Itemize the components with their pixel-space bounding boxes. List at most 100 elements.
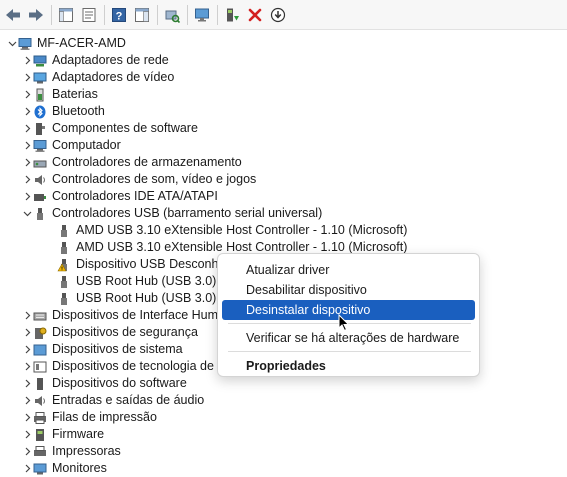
- tree-category-label: Entradas e saídas de áudio: [52, 393, 205, 407]
- chevron-right-icon[interactable]: [21, 426, 33, 443]
- toolbar-separator: [217, 4, 218, 25]
- tree-category-label: Baterias: [52, 87, 98, 101]
- tree-category-label: Bluetooth: [52, 104, 105, 118]
- chevron-down-icon[interactable]: [6, 35, 18, 52]
- tree-category[interactable]: Dispositivos de Interface Huma: [21, 307, 225, 324]
- properties-icon[interactable]: [79, 5, 99, 25]
- tree-category[interactable]: Dispositivos do software: [21, 375, 187, 392]
- tree-category-label: Firmware: [52, 427, 105, 441]
- chevron-right-icon[interactable]: [21, 307, 33, 324]
- print-queue-icon: [33, 411, 47, 425]
- display-adapter-icon: [33, 71, 47, 85]
- storage-controller-icon: [33, 156, 47, 170]
- chevron-right-icon[interactable]: [21, 460, 33, 477]
- back-icon[interactable]: [3, 5, 23, 25]
- computer-icon: [18, 37, 32, 51]
- printer-icon: [33, 445, 47, 459]
- tree-category-label: Filas de impressão: [52, 410, 157, 424]
- chevron-right-icon[interactable]: [21, 324, 33, 341]
- menu-item-label: Desinstalar dispositivo: [246, 303, 371, 317]
- tree-category-label: Dispositivos de Interface Huma: [52, 308, 225, 322]
- tree-category-label: Monitores: [52, 461, 107, 475]
- usb-device-unknown[interactable]: Dispositivo USB Desconheci: [57, 256, 234, 273]
- tree-category[interactable]: Dispositivos de tecnologia de m: [21, 358, 228, 375]
- tree-category[interactable]: Firmware: [21, 426, 104, 443]
- chevron-right-icon[interactable]: [21, 409, 33, 426]
- tree-category[interactable]: Dispositivos de segurança: [21, 324, 198, 341]
- menu-item-disable-device[interactable]: Desabilitar dispositivo: [222, 280, 475, 300]
- chevron-down-icon[interactable]: [21, 205, 33, 222]
- menu-item-update-driver[interactable]: Atualizar driver: [222, 260, 475, 280]
- sound-icon: [33, 173, 47, 187]
- uninstall-device-icon[interactable]: [245, 5, 265, 25]
- tree-category[interactable]: Entradas e saídas de áudio: [21, 392, 204, 409]
- menu-separator: [228, 351, 471, 352]
- tree-category-label: Dispositivos de sistema: [52, 342, 183, 356]
- tree-category[interactable]: Impressoras: [21, 443, 121, 460]
- tree-category-label: Impressoras: [52, 444, 121, 458]
- tree-category-label: Dispositivos do software: [52, 376, 187, 390]
- tree-category[interactable]: Adaptadores de vídeo: [21, 69, 174, 86]
- chevron-right-icon[interactable]: [21, 52, 33, 69]
- tree-category-label: Adaptadores de vídeo: [52, 70, 175, 84]
- chevron-right-icon[interactable]: [21, 443, 33, 460]
- monitor-icon: [33, 462, 47, 476]
- mouse-cursor-icon: [338, 313, 350, 332]
- security-device-icon: [33, 326, 47, 340]
- chevron-right-icon[interactable]: [21, 86, 33, 103]
- tree-category[interactable]: Baterias: [21, 86, 98, 103]
- chevron-right-icon[interactable]: [21, 137, 33, 154]
- menu-item-label: Verificar se há alterações de hardware: [246, 331, 460, 345]
- svg-text:?: ?: [116, 10, 123, 22]
- tree-root[interactable]: MF-ACER-AMD: [6, 35, 126, 52]
- firmware-icon: [33, 428, 47, 442]
- tree-category-label: Controladores IDE ATA/ATAPI: [52, 189, 218, 203]
- chevron-right-icon[interactable]: [21, 375, 33, 392]
- forward-icon[interactable]: [26, 5, 46, 25]
- monitor-icon[interactable]: [192, 5, 212, 25]
- usb-device[interactable]: AMD USB 3.10 eXtensible Host Controller …: [57, 222, 407, 239]
- usb-device[interactable]: USB Root Hub (USB 3.0): [57, 273, 216, 290]
- usb-icon: [57, 241, 71, 255]
- tree-root-label: MF-ACER-AMD: [37, 36, 126, 50]
- tree-category[interactable]: Computador: [21, 137, 121, 154]
- software-device-icon: [33, 377, 47, 391]
- tree-category[interactable]: Monitores: [21, 460, 107, 477]
- tree-category[interactable]: Controladores IDE ATA/ATAPI: [21, 188, 218, 205]
- tree-category[interactable]: Controladores de armazenamento: [21, 154, 242, 171]
- usb-device-label: Dispositivo USB Desconheci: [76, 257, 235, 271]
- tree-category[interactable]: Adaptadores de rede: [21, 52, 169, 69]
- help-icon[interactable]: ?: [109, 5, 129, 25]
- show-hide-console-tree-icon[interactable]: [56, 5, 76, 25]
- tree-category[interactable]: Componentes de software: [21, 120, 198, 137]
- download-icon[interactable]: [268, 5, 288, 25]
- chevron-right-icon[interactable]: [21, 171, 33, 188]
- chevron-right-icon[interactable]: [21, 154, 33, 171]
- hid-icon: [33, 309, 47, 323]
- tree-category[interactable]: Filas de impressão: [21, 409, 157, 426]
- chevron-right-icon[interactable]: [21, 341, 33, 358]
- chevron-right-icon[interactable]: [21, 120, 33, 137]
- chevron-right-icon[interactable]: [21, 358, 33, 375]
- tree-category[interactable]: Bluetooth: [21, 103, 105, 120]
- chevron-right-icon[interactable]: [21, 392, 33, 409]
- tree-category[interactable]: Dispositivos de sistema: [21, 341, 183, 358]
- toolbar-separator: [187, 4, 188, 25]
- software-component-icon: [33, 122, 47, 136]
- chevron-right-icon[interactable]: [21, 188, 33, 205]
- toolbar-separator: [157, 4, 158, 25]
- tree-category[interactable]: Controladores de som, vídeo e jogos: [21, 171, 256, 188]
- usb-icon: [57, 224, 71, 238]
- tree-category-usb[interactable]: Controladores USB (barramento serial uni…: [21, 205, 322, 222]
- menu-item-label: Desabilitar dispositivo: [246, 283, 367, 297]
- menu-item-properties[interactable]: Propriedades: [222, 356, 475, 376]
- tree-category-label: Controladores de armazenamento: [52, 155, 242, 169]
- usb-device-label: AMD USB 3.10 eXtensible Host Controller …: [76, 223, 408, 237]
- chevron-right-icon[interactable]: [21, 69, 33, 86]
- usb-device[interactable]: USB Root Hub (USB 3.0): [57, 290, 216, 307]
- update-driver-icon[interactable]: [222, 5, 242, 25]
- menu-item-label: Atualizar driver: [246, 263, 330, 277]
- scan-hardware-icon[interactable]: [162, 5, 182, 25]
- action-pane-icon[interactable]: [132, 5, 152, 25]
- chevron-right-icon[interactable]: [21, 103, 33, 120]
